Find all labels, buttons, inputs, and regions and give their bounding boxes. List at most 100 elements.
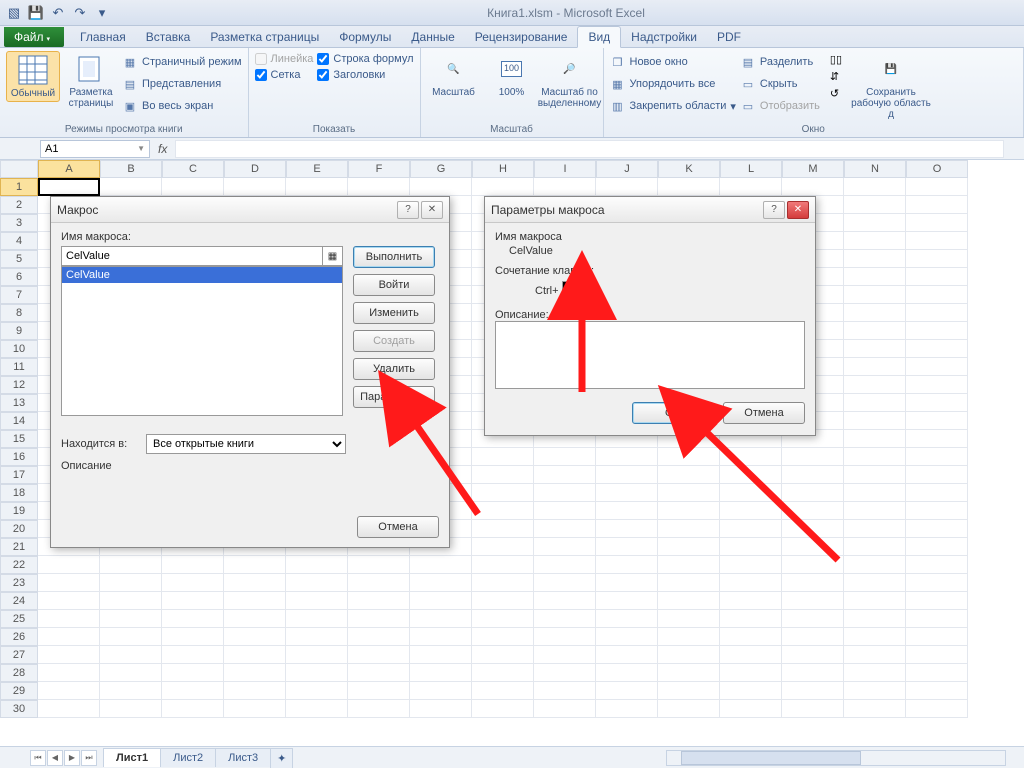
cell[interactable] — [844, 340, 906, 358]
cell[interactable] — [348, 556, 410, 574]
cell[interactable] — [658, 646, 720, 664]
hide-button[interactable]: ▭Скрыть — [740, 75, 820, 93]
cell[interactable] — [906, 376, 968, 394]
cell[interactable] — [658, 664, 720, 682]
cell[interactable] — [720, 520, 782, 538]
arrange-all-button[interactable]: ▦Упорядочить все — [610, 75, 736, 93]
cell[interactable] — [38, 700, 100, 718]
cell[interactable] — [720, 592, 782, 610]
column-header[interactable]: O — [906, 160, 968, 178]
cell[interactable] — [472, 502, 534, 520]
custom-views-button[interactable]: ▤Представления — [122, 75, 242, 93]
cell[interactable] — [844, 520, 906, 538]
cell[interactable] — [596, 610, 658, 628]
cell[interactable] — [38, 574, 100, 592]
column-header[interactable]: H — [472, 160, 534, 178]
cell[interactable] — [782, 592, 844, 610]
column-header[interactable]: C — [162, 160, 224, 178]
cell[interactable] — [596, 556, 658, 574]
row-header[interactable]: 11 — [0, 358, 38, 376]
row-header[interactable]: 27 — [0, 646, 38, 664]
row-header[interactable]: 1 — [0, 178, 38, 196]
cell[interactable] — [534, 646, 596, 664]
cell[interactable] — [348, 628, 410, 646]
sheet-tab[interactable]: Лист2 — [160, 748, 216, 767]
cell[interactable] — [472, 538, 534, 556]
cell[interactable] — [658, 502, 720, 520]
cell[interactable] — [720, 664, 782, 682]
cell[interactable] — [844, 700, 906, 718]
ok-button[interactable]: OK — [632, 402, 714, 424]
zoom-button[interactable]: 🔍Масштаб — [427, 51, 481, 100]
cell[interactable] — [844, 268, 906, 286]
cell[interactable] — [224, 682, 286, 700]
fx-label[interactable]: fx — [158, 142, 167, 156]
qat-custom-icon[interactable]: ▾ — [92, 3, 112, 23]
cell[interactable] — [100, 628, 162, 646]
cell[interactable] — [906, 268, 968, 286]
normal-view-button[interactable]: Обычный — [6, 51, 60, 102]
cell[interactable] — [658, 682, 720, 700]
cell[interactable] — [348, 178, 410, 196]
cell[interactable] — [472, 700, 534, 718]
cell[interactable] — [596, 646, 658, 664]
cell[interactable] — [224, 610, 286, 628]
cell[interactable] — [534, 178, 596, 196]
cell[interactable] — [596, 664, 658, 682]
cancel-button[interactable]: Отмена — [357, 516, 439, 538]
cell[interactable] — [534, 592, 596, 610]
cell[interactable] — [844, 610, 906, 628]
cell[interactable] — [906, 484, 968, 502]
row-header[interactable]: 12 — [0, 376, 38, 394]
cell[interactable] — [286, 556, 348, 574]
cell[interactable] — [906, 628, 968, 646]
cell[interactable] — [844, 196, 906, 214]
cell[interactable] — [162, 628, 224, 646]
cell[interactable] — [720, 646, 782, 664]
sheet-tab[interactable]: Лист1 — [103, 748, 161, 767]
cell[interactable] — [348, 646, 410, 664]
cell[interactable] — [844, 394, 906, 412]
row-header[interactable]: 30 — [0, 700, 38, 718]
cell[interactable] — [782, 682, 844, 700]
row-header[interactable]: 14 — [0, 412, 38, 430]
cell[interactable] — [224, 700, 286, 718]
cell[interactable] — [534, 466, 596, 484]
cell[interactable] — [472, 178, 534, 196]
cell[interactable] — [286, 610, 348, 628]
new-sheet-button[interactable]: ✦ — [270, 748, 293, 768]
cell[interactable] — [782, 538, 844, 556]
cell[interactable] — [906, 592, 968, 610]
cell[interactable] — [906, 178, 968, 196]
shortcut-key-input[interactable] — [562, 281, 580, 301]
cell[interactable] — [224, 178, 286, 196]
column-header[interactable]: K — [658, 160, 720, 178]
cell[interactable] — [844, 286, 906, 304]
save-workspace-button[interactable]: 💾Сохранить рабочую область д — [846, 51, 936, 122]
cell[interactable] — [348, 664, 410, 682]
page-layout-button[interactable]: Разметка страницы — [64, 51, 118, 111]
cell[interactable] — [286, 646, 348, 664]
cell[interactable] — [534, 448, 596, 466]
cell[interactable] — [720, 574, 782, 592]
cell[interactable] — [410, 610, 472, 628]
cell[interactable] — [720, 538, 782, 556]
cell[interactable] — [906, 340, 968, 358]
row-header[interactable]: 22 — [0, 556, 38, 574]
cell[interactable] — [596, 574, 658, 592]
cell[interactable] — [472, 448, 534, 466]
cell[interactable] — [906, 646, 968, 664]
row-header[interactable]: 8 — [0, 304, 38, 322]
sheet-tab[interactable]: Лист3 — [215, 748, 271, 767]
cell[interactable] — [410, 628, 472, 646]
cell[interactable] — [844, 250, 906, 268]
cell[interactable] — [472, 592, 534, 610]
column-header[interactable]: J — [596, 160, 658, 178]
cell[interactable] — [162, 574, 224, 592]
close-button[interactable]: ✕ — [421, 201, 443, 219]
cell[interactable] — [720, 448, 782, 466]
cell[interactable] — [844, 214, 906, 232]
gridlines-checkbox[interactable]: Сетка — [255, 69, 314, 81]
row-header[interactable]: 2 — [0, 196, 38, 214]
cell[interactable] — [286, 178, 348, 196]
